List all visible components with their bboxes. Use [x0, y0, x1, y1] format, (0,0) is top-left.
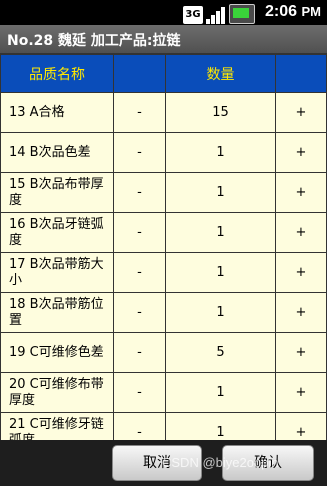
decrement-button[interactable]: -	[113, 132, 166, 173]
battery-icon	[229, 4, 255, 24]
increment-button[interactable]: +	[275, 132, 327, 173]
increment-button[interactable]: +	[275, 212, 327, 253]
header-quantity: 数量	[165, 54, 276, 93]
table-row: 19 C可维修色差 - 5 +	[0, 332, 327, 373]
quality-name-cell: 13 A合格	[0, 92, 114, 133]
quantity-cell: 5	[165, 332, 276, 373]
increment-button[interactable]: +	[275, 92, 327, 133]
quantity-cell: 1	[165, 172, 276, 213]
quantity-cell: 15	[165, 92, 276, 133]
3g-network-icon: 3G	[183, 6, 203, 24]
decrement-button[interactable]: -	[113, 412, 166, 440]
title-bar: No.28 魏延 加工产品:拉链	[0, 25, 327, 54]
header-quality-name: 品质名称	[0, 54, 114, 93]
table-row: 18 B次品带筋位置 - 1 +	[0, 292, 327, 333]
increment-button[interactable]: +	[275, 292, 327, 333]
quality-table: 品质名称 数量 13 A合格 - 15 + 14 B次品色差 - 1 + 15 …	[0, 54, 327, 440]
quantity-cell: 1	[165, 252, 276, 293]
increment-button[interactable]: +	[275, 412, 327, 440]
increment-button[interactable]: +	[275, 372, 327, 413]
increment-button[interactable]: +	[275, 252, 327, 293]
quantity-cell: 1	[165, 412, 276, 440]
increment-button[interactable]: +	[275, 172, 327, 213]
table-row: 14 B次品色差 - 1 +	[0, 132, 327, 173]
quality-name-cell: 21 C可维修牙链弧度	[0, 412, 114, 440]
quality-name-cell: 17 B次品带筋大小	[0, 252, 114, 293]
clock-ampm: PM	[301, 4, 322, 19]
decrement-button[interactable]: -	[113, 372, 166, 413]
increment-button[interactable]: +	[275, 332, 327, 373]
quantity-cell: 1	[165, 212, 276, 253]
quantity-cell: 1	[165, 292, 276, 333]
signal-strength-icon	[206, 6, 226, 24]
decrement-button[interactable]: -	[113, 172, 166, 213]
status-clock: 2:06 PM	[265, 3, 321, 21]
decrement-button[interactable]: -	[113, 252, 166, 293]
table-row: 16 B次品牙链弧度 - 1 +	[0, 212, 327, 253]
decrement-button[interactable]: -	[113, 92, 166, 133]
quality-table-container[interactable]: 品质名称 数量 13 A合格 - 15 + 14 B次品色差 - 1 + 15 …	[0, 54, 327, 440]
decrement-button[interactable]: -	[113, 332, 166, 373]
quality-name-cell: 14 B次品色差	[0, 132, 114, 173]
quantity-cell: 1	[165, 372, 276, 413]
quality-name-cell: 18 B次品带筋位置	[0, 292, 114, 333]
quality-name-cell: 20 C可维修布带厚度	[0, 372, 114, 413]
quality-name-cell: 15 B次品布带厚度	[0, 172, 114, 213]
page-title: No.28 魏延 加工产品:拉链	[7, 33, 181, 49]
table-row: 15 B次品布带厚度 - 1 +	[0, 172, 327, 213]
cancel-button[interactable]: 取消	[112, 445, 202, 481]
table-row: 20 C可维修布带厚度 - 1 +	[0, 372, 327, 413]
bottom-button-bar: 取消 确认	[0, 440, 327, 486]
table-header-row: 品质名称 数量	[0, 54, 327, 93]
quality-name-cell: 19 C可维修色差	[0, 332, 114, 373]
clock-time: 2:06	[265, 3, 298, 20]
quantity-cell: 1	[165, 132, 276, 173]
table-row: 13 A合格 - 15 +	[0, 92, 327, 133]
confirm-button[interactable]: 确认	[222, 445, 314, 481]
table-row: 17 B次品带筋大小 - 1 +	[0, 252, 327, 293]
table-row: 21 C可维修牙链弧度 - 1 +	[0, 412, 327, 440]
quality-name-cell: 16 B次品牙链弧度	[0, 212, 114, 253]
header-plus	[275, 54, 327, 93]
decrement-button[interactable]: -	[113, 292, 166, 333]
status-bar: 3G 2:06 PM	[0, 0, 327, 25]
header-minus	[113, 54, 166, 93]
decrement-button[interactable]: -	[113, 212, 166, 253]
